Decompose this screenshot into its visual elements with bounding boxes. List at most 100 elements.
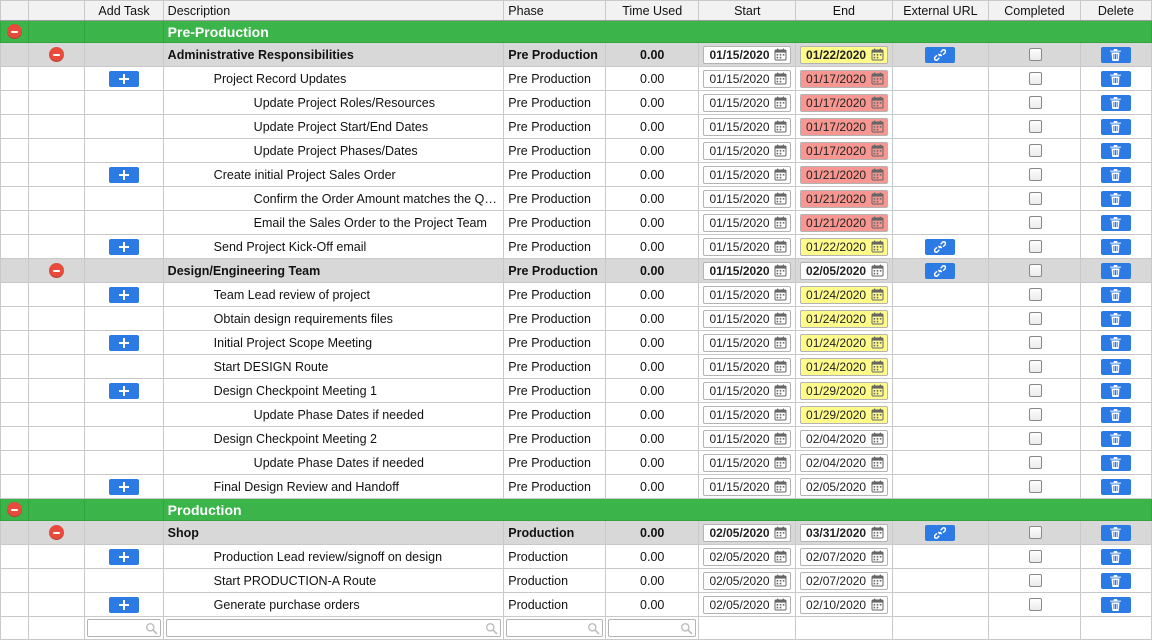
delete-button[interactable] xyxy=(1101,431,1131,447)
completed-checkbox[interactable] xyxy=(1029,336,1042,349)
date-input[interactable]: 01/15/2020 xyxy=(703,262,791,280)
date-input[interactable]: 01/15/2020 xyxy=(703,214,791,232)
delete-button[interactable] xyxy=(1101,549,1131,565)
date-input[interactable]: 02/05/2020 xyxy=(703,524,791,542)
col-start[interactable]: Start xyxy=(699,1,796,21)
completed-checkbox[interactable] xyxy=(1029,168,1042,181)
col-external-url[interactable]: External URL xyxy=(892,1,989,21)
delete-button[interactable] xyxy=(1101,239,1131,255)
date-input[interactable]: 01/29/2020 xyxy=(800,406,888,424)
date-input[interactable]: 01/24/2020 xyxy=(800,286,888,304)
date-input[interactable]: 01/17/2020 xyxy=(800,118,888,136)
add-task-button[interactable] xyxy=(109,287,139,303)
delete-button[interactable] xyxy=(1101,287,1131,303)
collapse-button[interactable] xyxy=(49,47,64,62)
delete-button[interactable] xyxy=(1101,47,1131,63)
add-task-button[interactable] xyxy=(109,597,139,613)
col-completed[interactable]: Completed xyxy=(989,1,1081,21)
col-phase[interactable]: Phase xyxy=(504,1,606,21)
date-input[interactable]: 01/15/2020 xyxy=(703,190,791,208)
add-task-button[interactable] xyxy=(109,167,139,183)
date-input[interactable]: 01/29/2020 xyxy=(800,382,888,400)
date-input[interactable]: 01/15/2020 xyxy=(703,238,791,256)
filter-phase[interactable] xyxy=(506,619,603,637)
completed-checkbox[interactable] xyxy=(1029,120,1042,133)
collapse-button[interactable] xyxy=(7,502,22,517)
external-url-button[interactable] xyxy=(925,239,955,255)
delete-button[interactable] xyxy=(1101,359,1131,375)
delete-button[interactable] xyxy=(1101,407,1131,423)
date-input[interactable]: 01/17/2020 xyxy=(800,94,888,112)
completed-checkbox[interactable] xyxy=(1029,72,1042,85)
add-task-button[interactable] xyxy=(109,71,139,87)
delete-button[interactable] xyxy=(1101,383,1131,399)
delete-button[interactable] xyxy=(1101,95,1131,111)
date-input[interactable]: 01/15/2020 xyxy=(703,334,791,352)
delete-button[interactable] xyxy=(1101,573,1131,589)
filter-add-task[interactable] xyxy=(87,619,160,637)
delete-button[interactable] xyxy=(1101,191,1131,207)
delete-button[interactable] xyxy=(1101,525,1131,541)
collapse-button[interactable] xyxy=(7,24,22,39)
date-input[interactable]: 01/22/2020 xyxy=(800,46,888,64)
date-input[interactable]: 01/22/2020 xyxy=(800,238,888,256)
date-input[interactable]: 01/15/2020 xyxy=(703,94,791,112)
date-input[interactable]: 01/15/2020 xyxy=(703,430,791,448)
completed-checkbox[interactable] xyxy=(1029,408,1042,421)
date-input[interactable]: 01/15/2020 xyxy=(703,142,791,160)
completed-checkbox[interactable] xyxy=(1029,240,1042,253)
date-input[interactable]: 01/15/2020 xyxy=(703,166,791,184)
date-input[interactable]: 01/21/2020 xyxy=(800,214,888,232)
add-task-button[interactable] xyxy=(109,383,139,399)
date-input[interactable]: 02/04/2020 xyxy=(800,454,888,472)
date-input[interactable]: 01/24/2020 xyxy=(800,358,888,376)
filter-time-used[interactable] xyxy=(608,619,697,637)
col-end[interactable]: End xyxy=(796,1,893,21)
delete-button[interactable] xyxy=(1101,455,1131,471)
completed-checkbox[interactable] xyxy=(1029,264,1042,277)
date-input[interactable]: 02/05/2020 xyxy=(703,572,791,590)
collapse-button[interactable] xyxy=(49,525,64,540)
completed-checkbox[interactable] xyxy=(1029,384,1042,397)
completed-checkbox[interactable] xyxy=(1029,360,1042,373)
delete-button[interactable] xyxy=(1101,167,1131,183)
date-input[interactable]: 01/17/2020 xyxy=(800,142,888,160)
add-task-button[interactable] xyxy=(109,335,139,351)
external-url-button[interactable] xyxy=(925,263,955,279)
completed-checkbox[interactable] xyxy=(1029,574,1042,587)
date-input[interactable]: 03/31/2020 xyxy=(800,524,888,542)
date-input[interactable]: 02/10/2020 xyxy=(800,596,888,614)
date-input[interactable]: 01/21/2020 xyxy=(800,190,888,208)
col-time-used[interactable]: Time Used xyxy=(605,1,699,21)
delete-button[interactable] xyxy=(1101,263,1131,279)
date-input[interactable]: 02/04/2020 xyxy=(800,430,888,448)
date-input[interactable]: 01/15/2020 xyxy=(703,382,791,400)
filter-description[interactable] xyxy=(166,619,502,637)
col-description[interactable]: Description xyxy=(163,1,504,21)
add-task-button[interactable] xyxy=(109,549,139,565)
completed-checkbox[interactable] xyxy=(1029,432,1042,445)
date-input[interactable]: 02/05/2020 xyxy=(703,548,791,566)
completed-checkbox[interactable] xyxy=(1029,480,1042,493)
date-input[interactable]: 02/07/2020 xyxy=(800,572,888,590)
date-input[interactable]: 02/05/2020 xyxy=(800,478,888,496)
add-task-button[interactable] xyxy=(109,479,139,495)
delete-button[interactable] xyxy=(1101,479,1131,495)
collapse-button[interactable] xyxy=(49,263,64,278)
completed-checkbox[interactable] xyxy=(1029,48,1042,61)
completed-checkbox[interactable] xyxy=(1029,96,1042,109)
date-input[interactable]: 01/15/2020 xyxy=(703,70,791,88)
date-input[interactable]: 02/05/2020 xyxy=(703,596,791,614)
completed-checkbox[interactable] xyxy=(1029,312,1042,325)
date-input[interactable]: 01/15/2020 xyxy=(703,478,791,496)
date-input[interactable]: 02/05/2020 xyxy=(800,262,888,280)
completed-checkbox[interactable] xyxy=(1029,144,1042,157)
completed-checkbox[interactable] xyxy=(1029,526,1042,539)
completed-checkbox[interactable] xyxy=(1029,216,1042,229)
completed-checkbox[interactable] xyxy=(1029,598,1042,611)
external-url-button[interactable] xyxy=(925,525,955,541)
delete-button[interactable] xyxy=(1101,119,1131,135)
date-input[interactable]: 01/15/2020 xyxy=(703,454,791,472)
date-input[interactable]: 01/17/2020 xyxy=(800,70,888,88)
col-delete[interactable]: Delete xyxy=(1080,1,1151,21)
